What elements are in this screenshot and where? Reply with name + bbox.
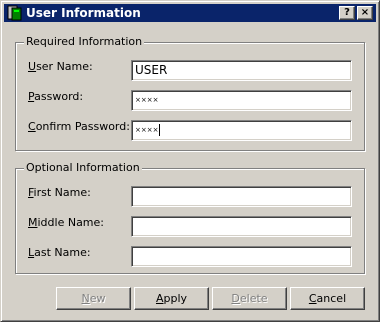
cancel-button[interactable]: Cancel xyxy=(290,287,365,310)
delete-button-accel: D xyxy=(231,292,240,305)
last-name-field[interactable] xyxy=(131,246,352,267)
apply-button[interactable]: Apply xyxy=(134,287,209,310)
optional-information-legend: Optional Information xyxy=(24,161,142,175)
last-name-label: Last Name: xyxy=(28,246,91,260)
confirm-password-label-accel: C xyxy=(28,120,36,133)
middle-name-label-text: iddle Name: xyxy=(37,216,105,229)
user-info-app-icon xyxy=(7,5,23,21)
close-icon: × xyxy=(360,7,370,18)
password-label-text: assword: xyxy=(34,90,84,103)
window-title: User Information xyxy=(26,6,141,20)
text-caret xyxy=(159,124,161,136)
middle-name-label: Middle Name: xyxy=(28,216,104,230)
first-name-label: First Name: xyxy=(28,186,91,200)
last-name-label-text: ast Name: xyxy=(34,246,91,259)
confirm-password-label-text: onfirm Password: xyxy=(35,120,130,133)
password-field[interactable]: ×××× xyxy=(131,90,352,111)
new-button-accel: N xyxy=(81,292,90,305)
first-name-field[interactable] xyxy=(131,186,352,207)
user-name-label: User Name: xyxy=(28,60,93,74)
apply-button-accel: A xyxy=(155,292,164,305)
user-name-label-text: ser Name: xyxy=(36,60,93,73)
help-button[interactable]: ? xyxy=(339,6,355,20)
required-information-group: Required Information User Name: USER Pas… xyxy=(15,35,365,151)
middle-name-field[interactable] xyxy=(131,216,352,237)
middle-name-label-accel: M xyxy=(28,216,38,229)
user-name-field[interactable]: USER xyxy=(131,60,352,81)
cancel-button-label: ancel xyxy=(316,292,347,305)
confirm-password-label: Confirm Password: xyxy=(28,120,130,134)
confirm-password-field[interactable]: ×××× xyxy=(131,120,352,141)
cancel-button-accel: C xyxy=(308,292,317,305)
user-information-dialog: User Information ? × Required Informatio… xyxy=(0,0,380,322)
title-bar[interactable]: User Information ? × xyxy=(4,4,376,22)
help-icon: ? xyxy=(344,7,350,18)
close-button[interactable]: × xyxy=(357,6,373,20)
confirm-password-value: ×××× xyxy=(135,126,159,134)
apply-button-label: pply xyxy=(163,292,188,305)
delete-button[interactable]: Delete xyxy=(212,287,287,310)
required-information-legend: Required Information xyxy=(24,35,145,49)
new-button-label: ew xyxy=(89,292,106,305)
delete-button-label: elete xyxy=(239,292,268,305)
new-button[interactable]: New xyxy=(56,287,131,310)
user-name-label-accel: U xyxy=(28,60,37,73)
password-label: Password: xyxy=(28,90,83,104)
first-name-label-text: irst Name: xyxy=(33,186,91,199)
optional-information-group: Optional Information First Name: Middle … xyxy=(15,161,365,274)
